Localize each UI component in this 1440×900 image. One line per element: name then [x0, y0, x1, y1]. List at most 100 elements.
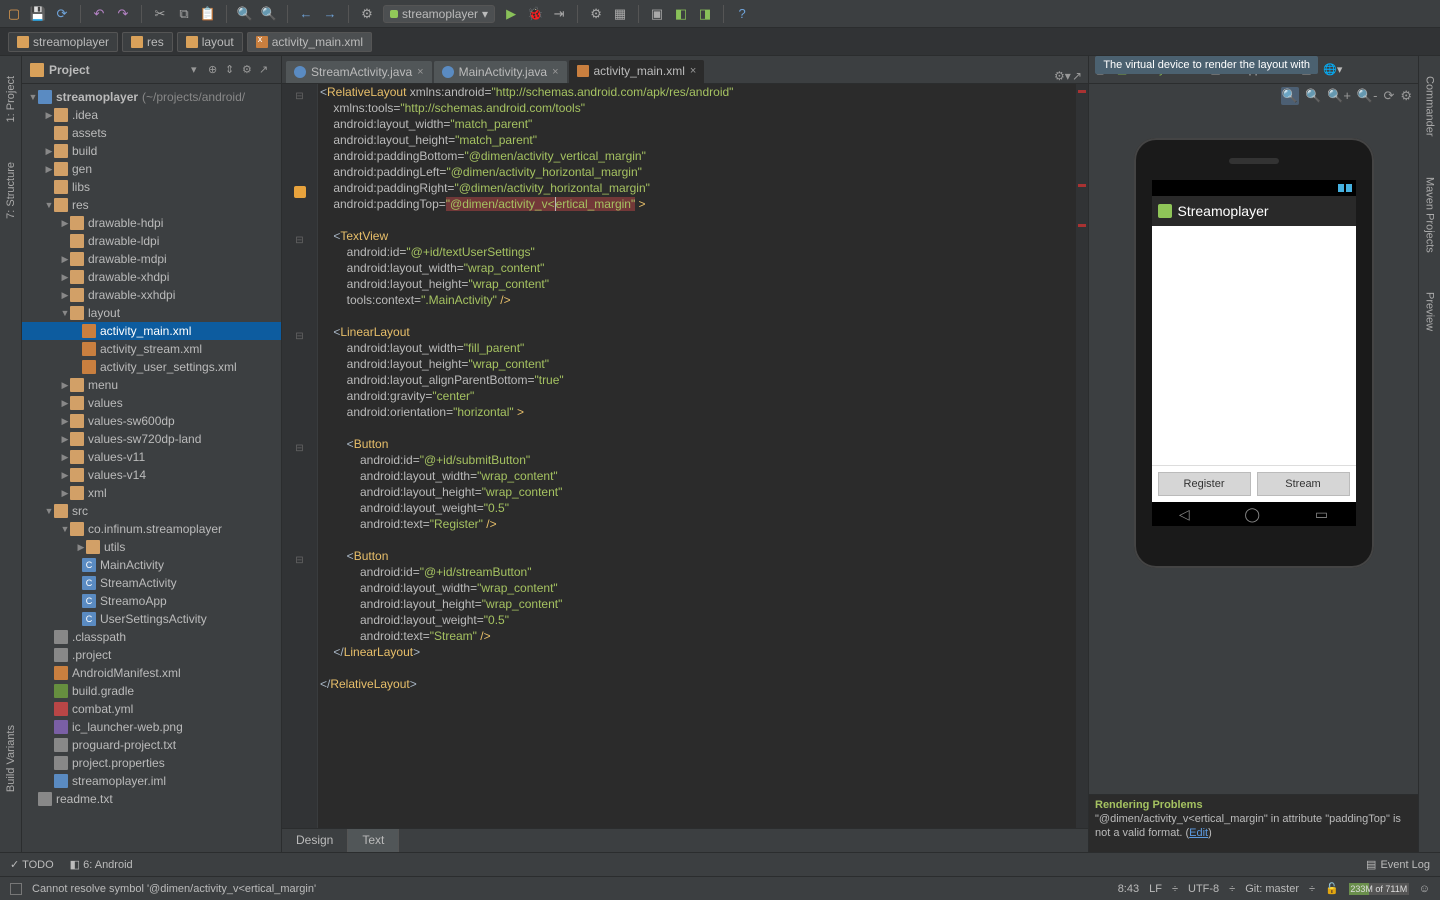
code-editor[interactable]: <RelativeLayout xmlns:android="http://sc… — [318, 84, 1076, 828]
left-tab-project[interactable]: 1: Project — [5, 76, 17, 122]
tree-folder[interactable]: ▶drawable-xhdpi — [22, 268, 281, 286]
tree-file[interactable]: .project — [22, 646, 281, 664]
tree-class[interactable]: CMainActivity — [22, 556, 281, 574]
error-mark[interactable] — [1078, 90, 1086, 93]
hide-icon[interactable]: ↗ — [259, 63, 273, 77]
caret-position[interactable]: 8:43 — [1118, 883, 1139, 895]
run-icon[interactable]: ▶ — [503, 6, 519, 22]
tree-folder[interactable]: ▶.idea — [22, 106, 281, 124]
tree-file[interactable]: combat.yml — [22, 700, 281, 718]
crumb-file[interactable]: activity_main.xml — [247, 32, 372, 52]
avd-manager-icon[interactable]: ◧ — [673, 6, 689, 22]
right-tab-maven[interactable]: Maven Projects — [1424, 177, 1436, 253]
tree-package[interactable]: ▼co.infinum.streamoplayer — [22, 520, 281, 538]
tree-folder[interactable]: ▶values-v14 — [22, 466, 281, 484]
tree-folder[interactable]: ▶drawable-xxhdpi — [22, 286, 281, 304]
gear-icon[interactable]: ⚙ — [242, 63, 256, 77]
fold-icon[interactable]: ⊟ — [295, 91, 303, 102]
dropdown-icon[interactable]: ▾ — [191, 63, 205, 77]
tree-file[interactable]: readme.txt — [22, 790, 281, 808]
sync-icon[interactable]: ⟳ — [54, 6, 70, 22]
line-separator[interactable]: LF — [1149, 883, 1162, 895]
overview-ruler[interactable] — [1076, 84, 1088, 828]
fold-icon[interactable]: ⊟ — [295, 443, 303, 454]
target-icon[interactable]: ⊕ — [208, 63, 222, 77]
tab-stream-activity[interactable]: StreamActivity.java× — [286, 61, 432, 83]
edit-link[interactable]: Edit — [1189, 827, 1208, 839]
sdk-manager-icon[interactable]: ▣ — [649, 6, 665, 22]
redo-icon[interactable]: ↷ — [115, 6, 131, 22]
collapse-icon[interactable]: ⇕ — [225, 63, 239, 77]
tree-folder[interactable]: ▶values — [22, 394, 281, 412]
tree-folder[interactable]: ▶values-sw600dp — [22, 412, 281, 430]
project-structure-icon[interactable]: ▦ — [612, 6, 628, 22]
forward-icon[interactable]: → — [322, 6, 338, 22]
android-tab[interactable]: ◧ 6: Android — [70, 858, 133, 871]
fold-icon[interactable]: ⊟ — [295, 235, 303, 246]
tree-folder[interactable]: ▶menu — [22, 376, 281, 394]
tree-folder[interactable]: ▶values-v11 — [22, 448, 281, 466]
tree-file[interactable]: ic_launcher-web.png — [22, 718, 281, 736]
lock-icon[interactable]: 🔓 — [1325, 882, 1339, 895]
cut-icon[interactable]: ✂ — [152, 6, 168, 22]
tool-window-toggle[interactable] — [10, 883, 22, 895]
close-icon[interactable]: × — [690, 65, 696, 77]
error-mark[interactable] — [1078, 224, 1086, 227]
gear-icon[interactable]: ⚙▾ — [1054, 69, 1070, 83]
encoding[interactable]: UTF-8 — [1188, 883, 1219, 895]
refresh-icon[interactable]: ⟳ — [1383, 88, 1394, 104]
tree-class[interactable]: CUserSettingsActivity — [22, 610, 281, 628]
tree-folder[interactable]: ▶utils — [22, 538, 281, 556]
tree-folder[interactable]: ▶values-sw720dp-land — [22, 430, 281, 448]
tree-folder-src[interactable]: ▼src — [22, 502, 281, 520]
bulb-icon[interactable] — [294, 186, 306, 198]
crumb-module[interactable]: streamoplayer — [8, 32, 118, 52]
back-icon[interactable]: ← — [298, 6, 314, 22]
tree-root[interactable]: ▼streamoplayer(~/projects/android/ — [22, 88, 281, 106]
hector-icon[interactable]: ☺ — [1419, 883, 1430, 895]
tree-folder[interactable]: drawable-ldpi — [22, 232, 281, 250]
tree-file[interactable]: AndroidManifest.xml — [22, 664, 281, 682]
fold-icon[interactable]: ⊟ — [295, 331, 303, 342]
todo-tab[interactable]: ✓ TODO — [10, 858, 54, 871]
save-icon[interactable]: 💾 — [30, 6, 46, 22]
left-tab-structure[interactable]: 7: Structure — [5, 162, 17, 219]
zoom-out-icon[interactable]: 🔍- — [1357, 88, 1378, 104]
tree-folder[interactable]: ▶drawable-hdpi — [22, 214, 281, 232]
paste-icon[interactable]: 📋 — [200, 6, 216, 22]
settings-icon[interactable]: ⚙ — [1400, 88, 1412, 104]
make-icon[interactable]: ⚙ — [359, 6, 375, 22]
run-config-selector[interactable]: streamoplayer ▾ — [383, 5, 495, 23]
tree-file[interactable]: project.properties — [22, 754, 281, 772]
tree-file[interactable]: proguard-project.txt — [22, 736, 281, 754]
attach-icon[interactable]: ⇥ — [551, 6, 567, 22]
tree-file[interactable]: streamoplayer.iml — [22, 772, 281, 790]
debug-icon[interactable]: 🐞 — [527, 6, 543, 22]
find-icon[interactable]: 🔍 — [237, 6, 253, 22]
crumb-layout[interactable]: layout — [177, 32, 243, 52]
monitor-icon[interactable]: ◨ — [697, 6, 713, 22]
close-icon[interactable]: × — [552, 66, 558, 78]
tree-file[interactable]: .classpath — [22, 628, 281, 646]
tree-file[interactable]: activity_stream.xml — [22, 340, 281, 358]
tree-folder[interactable]: ▶drawable-mdpi — [22, 250, 281, 268]
tree-folder[interactable]: assets — [22, 124, 281, 142]
zoom-in-icon[interactable]: 🔍+ — [1327, 88, 1351, 104]
tree-class[interactable]: CStreamActivity — [22, 574, 281, 592]
tab-activity-main-xml[interactable]: activity_main.xml× — [569, 60, 705, 84]
tree-folder[interactable]: ▶xml — [22, 484, 281, 502]
tree-folder-res[interactable]: ▼res — [22, 196, 281, 214]
tree-folder[interactable]: libs — [22, 178, 281, 196]
tree-folder[interactable]: ▶gen — [22, 160, 281, 178]
help-icon[interactable]: ? — [734, 6, 750, 22]
right-tab-commander[interactable]: Commander — [1424, 76, 1436, 137]
tree-file-activity-main[interactable]: activity_main.xml — [22, 322, 281, 340]
settings-icon[interactable]: ⚙ — [588, 6, 604, 22]
copy-icon[interactable]: ⧉ — [176, 6, 192, 22]
globe-icon[interactable]: 🌐▾ — [1323, 63, 1342, 76]
crumb-res[interactable]: res — [122, 32, 173, 52]
replace-icon[interactable]: 🔍 — [261, 6, 277, 22]
tree-file[interactable]: build.gradle — [22, 682, 281, 700]
tree-class[interactable]: CStreamoApp — [22, 592, 281, 610]
project-tree[interactable]: ▼streamoplayer(~/projects/android/ ▶.ide… — [22, 84, 281, 852]
